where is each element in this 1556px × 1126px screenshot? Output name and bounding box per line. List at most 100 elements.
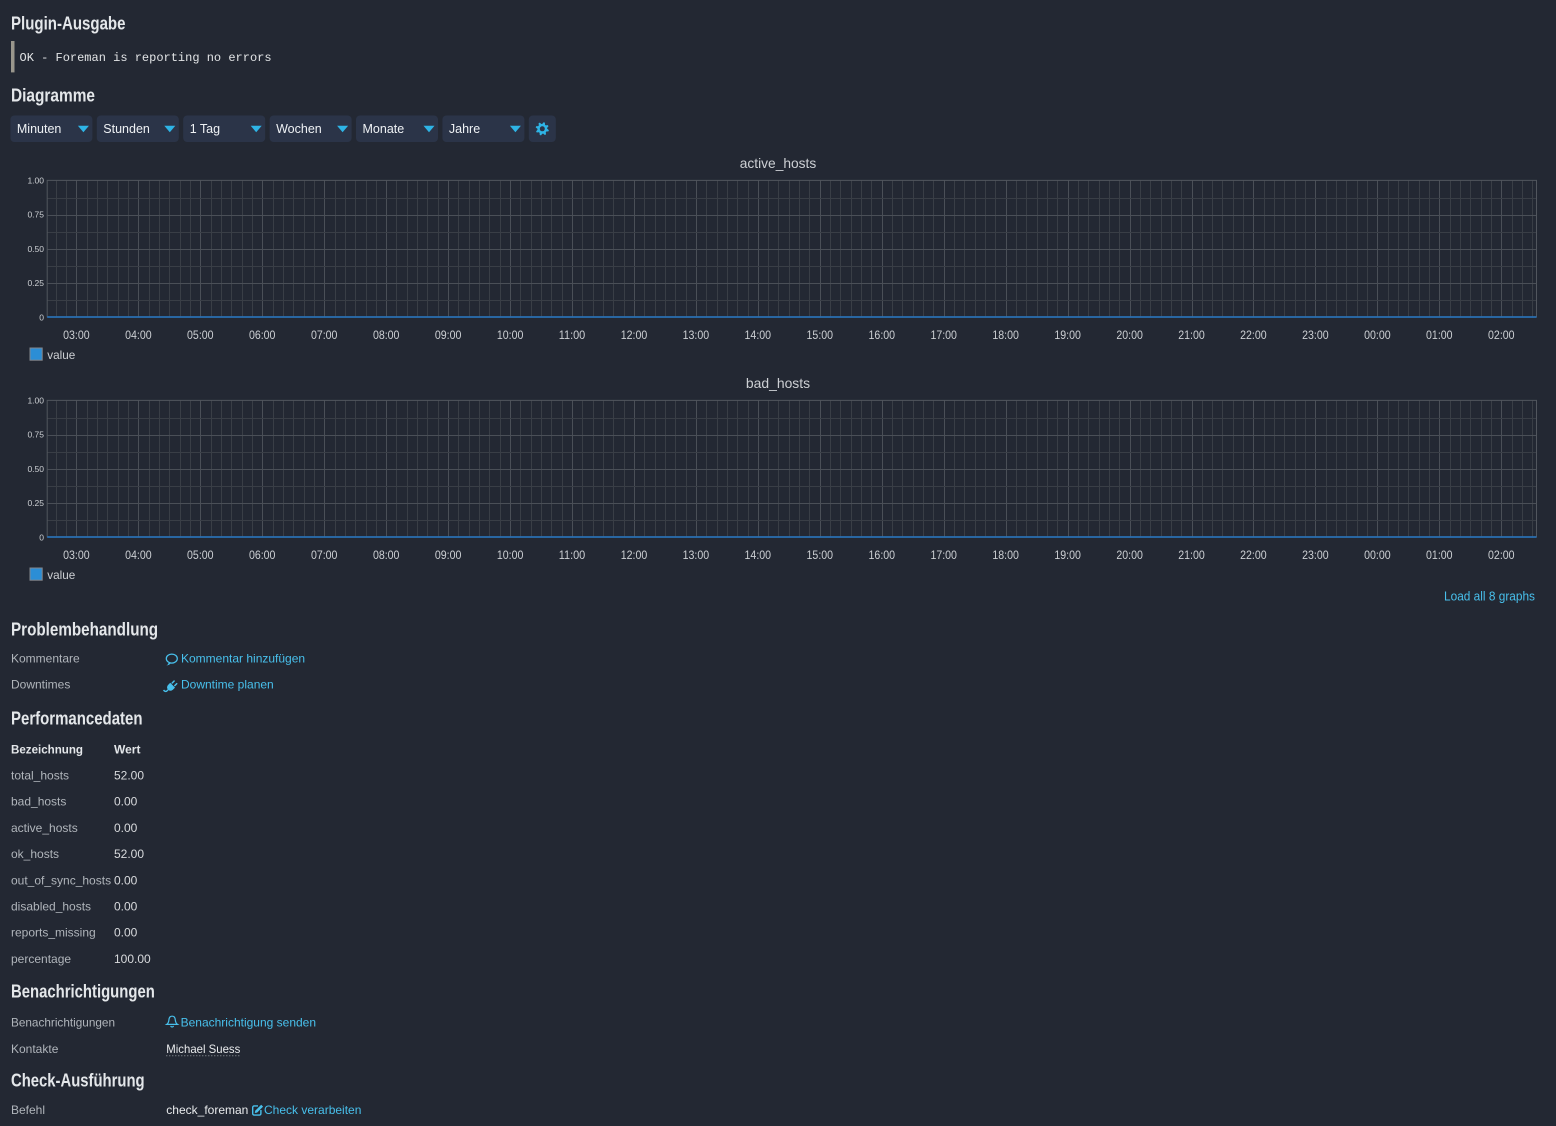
svg-text:Monate: Monate xyxy=(363,122,405,136)
svg-text:13:00: 13:00 xyxy=(683,330,710,342)
svg-text:OK - Foreman is reporting no e: OK - Foreman is reporting no errors xyxy=(20,51,272,65)
svg-text:06:00: 06:00 xyxy=(249,550,276,562)
svg-text:20:00: 20:00 xyxy=(1116,550,1143,562)
svg-text:Minuten: Minuten xyxy=(17,122,62,136)
svg-text:0.25: 0.25 xyxy=(27,498,44,508)
svg-text:16:00: 16:00 xyxy=(869,330,896,342)
svg-text:Performancedaten: Performancedaten xyxy=(11,709,143,729)
svg-text:19:00: 19:00 xyxy=(1054,330,1081,342)
svg-text:Downtimes: Downtimes xyxy=(11,678,70,692)
svg-text:23:00: 23:00 xyxy=(1302,550,1329,562)
svg-text:04:00: 04:00 xyxy=(125,550,152,562)
svg-text:bad_hosts: bad_hosts xyxy=(11,795,66,809)
svg-text:Kommentare: Kommentare xyxy=(11,651,80,665)
svg-text:05:00: 05:00 xyxy=(187,330,214,342)
svg-text:17:00: 17:00 xyxy=(930,330,957,342)
svg-text:09:00: 09:00 xyxy=(435,550,462,562)
svg-text:Jahre: Jahre xyxy=(449,122,480,136)
svg-text:18:00: 18:00 xyxy=(992,550,1019,562)
svg-text:Bezeichnung: Bezeichnung xyxy=(11,742,83,756)
svg-text:06:00: 06:00 xyxy=(249,330,276,342)
svg-text:1 Tag: 1 Tag xyxy=(190,122,220,136)
svg-text:0.50: 0.50 xyxy=(27,244,44,254)
svg-text:check_foreman: check_foreman xyxy=(166,1103,248,1117)
svg-text:07:00: 07:00 xyxy=(311,330,338,342)
svg-text:0: 0 xyxy=(39,532,44,542)
svg-text:1.00: 1.00 xyxy=(27,395,44,405)
svg-text:52.00: 52.00 xyxy=(114,769,144,783)
svg-text:00:00: 00:00 xyxy=(1364,330,1391,342)
svg-text:21:00: 21:00 xyxy=(1178,550,1205,562)
svg-text:17:00: 17:00 xyxy=(930,550,957,562)
svg-text:Kontakte: Kontakte xyxy=(11,1042,59,1056)
svg-text:active_hosts: active_hosts xyxy=(740,155,817,171)
svg-text:0.00: 0.00 xyxy=(114,873,138,887)
svg-text:14:00: 14:00 xyxy=(745,550,772,562)
svg-text:08:00: 08:00 xyxy=(373,330,400,342)
svg-text:20:00: 20:00 xyxy=(1116,330,1143,342)
svg-text:value: value xyxy=(47,348,75,362)
svg-text:reports_missing: reports_missing xyxy=(11,926,96,940)
svg-text:09:00: 09:00 xyxy=(435,330,462,342)
svg-text:12:00: 12:00 xyxy=(621,550,648,562)
svg-text:0.00: 0.00 xyxy=(114,795,138,809)
svg-text:ok_hosts: ok_hosts xyxy=(11,847,59,861)
svg-text:00:00: 00:00 xyxy=(1364,550,1391,562)
svg-text:02:00: 02:00 xyxy=(1488,550,1515,562)
svg-text:22:00: 22:00 xyxy=(1240,550,1267,562)
svg-text:0.25: 0.25 xyxy=(27,278,44,288)
svg-text:100.00: 100.00 xyxy=(114,952,151,966)
svg-text:15:00: 15:00 xyxy=(807,550,834,562)
svg-text:0.50: 0.50 xyxy=(27,464,44,474)
svg-text:05:00: 05:00 xyxy=(187,550,214,562)
svg-text:13:00: 13:00 xyxy=(683,550,710,562)
svg-text:Diagramme: Diagramme xyxy=(11,86,95,106)
svg-text:Wert: Wert xyxy=(114,742,140,756)
svg-text:Check-Ausführung: Check-Ausführung xyxy=(11,1070,145,1090)
svg-text:out_of_sync_hosts: out_of_sync_hosts xyxy=(11,873,111,887)
svg-text:Benachrichtigungen: Benachrichtigungen xyxy=(11,1016,115,1030)
svg-text:03:00: 03:00 xyxy=(63,330,90,342)
svg-text:0.00: 0.00 xyxy=(114,900,138,914)
svg-text:Load all 8 graphs: Load all 8 graphs xyxy=(1444,588,1535,603)
svg-text:12:00: 12:00 xyxy=(621,330,648,342)
svg-text:value: value xyxy=(47,568,75,582)
svg-text:23:00: 23:00 xyxy=(1302,330,1329,342)
svg-text:15:00: 15:00 xyxy=(807,330,834,342)
svg-text:1.00: 1.00 xyxy=(27,175,44,185)
svg-text:disabled_hosts: disabled_hosts xyxy=(11,900,91,914)
svg-text:03:00: 03:00 xyxy=(63,550,90,562)
svg-text:0.00: 0.00 xyxy=(114,821,138,835)
svg-text:Michael Suess: Michael Suess xyxy=(166,1042,240,1056)
svg-text:18:00: 18:00 xyxy=(992,330,1019,342)
svg-text:02:00: 02:00 xyxy=(1488,330,1515,342)
svg-text:19:00: 19:00 xyxy=(1054,550,1081,562)
svg-text:total_hosts: total_hosts xyxy=(11,769,69,783)
svg-text:11:00: 11:00 xyxy=(559,330,586,342)
svg-text:21:00: 21:00 xyxy=(1178,330,1205,342)
svg-text:16:00: 16:00 xyxy=(869,550,896,562)
svg-text:active_hosts: active_hosts xyxy=(11,821,78,835)
svg-text:11:00: 11:00 xyxy=(559,550,586,562)
svg-text:Benachrichtigungen: Benachrichtigungen xyxy=(11,981,155,1001)
svg-text:Downtime planen: Downtime planen xyxy=(181,678,274,692)
svg-text:14:00: 14:00 xyxy=(745,330,772,342)
svg-text:Wochen: Wochen xyxy=(276,122,322,136)
svg-text:01:00: 01:00 xyxy=(1426,330,1453,342)
svg-text:Benachrichtigung senden: Benachrichtigung senden xyxy=(181,1016,316,1030)
svg-text:10:00: 10:00 xyxy=(497,330,524,342)
svg-text:08:00: 08:00 xyxy=(373,550,400,562)
svg-text:04:00: 04:00 xyxy=(125,330,152,342)
svg-text:Check verarbeiten: Check verarbeiten xyxy=(264,1103,361,1117)
svg-text:0.75: 0.75 xyxy=(27,210,44,220)
svg-text:0: 0 xyxy=(39,312,44,322)
svg-text:0.00: 0.00 xyxy=(114,926,138,940)
svg-text:07:00: 07:00 xyxy=(311,550,338,562)
svg-text:bad_hosts: bad_hosts xyxy=(746,375,810,391)
svg-text:0.75: 0.75 xyxy=(27,430,44,440)
svg-text:Plugin-Ausgabe: Plugin-Ausgabe xyxy=(11,14,126,34)
svg-text:Kommentar hinzufügen: Kommentar hinzufügen xyxy=(181,651,305,665)
svg-text:Stunden: Stunden xyxy=(103,122,150,136)
svg-text:percentage: percentage xyxy=(11,952,71,966)
svg-text:52.00: 52.00 xyxy=(114,847,144,861)
